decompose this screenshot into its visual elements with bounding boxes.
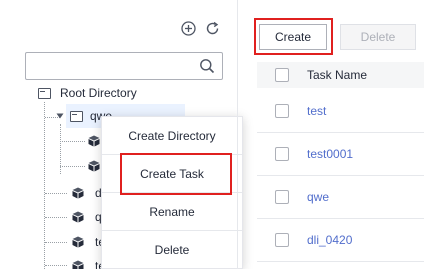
tree-guide-line bbox=[45, 193, 67, 194]
refresh-icon bbox=[206, 21, 218, 34]
folder-icon bbox=[70, 110, 83, 122]
tree-guide-line bbox=[45, 265, 67, 266]
select-all-checkbox[interactable] bbox=[275, 68, 289, 82]
tree-guide-line bbox=[45, 242, 67, 243]
menu-item-label: Rename bbox=[149, 204, 195, 219]
menu-item-label: Create Directory bbox=[128, 128, 216, 143]
task-cube-icon bbox=[72, 211, 84, 223]
row-divider bbox=[257, 132, 424, 133]
refresh-button[interactable] bbox=[204, 20, 220, 36]
row-divider bbox=[257, 175, 424, 176]
row-divider bbox=[257, 218, 424, 219]
add-directory-button[interactable] bbox=[180, 20, 196, 36]
row-divider bbox=[257, 261, 424, 262]
panel-divider bbox=[237, 0, 238, 269]
folder-icon bbox=[38, 87, 51, 99]
tree-item-task[interactable]: d bbox=[72, 183, 102, 203]
tree-guide-line bbox=[45, 217, 67, 218]
delete-button[interactable]: Delete bbox=[340, 24, 416, 50]
task-cube-icon bbox=[88, 135, 100, 147]
create-task-highlight bbox=[120, 153, 232, 195]
search-icon[interactable] bbox=[199, 58, 215, 74]
task-cube-icon bbox=[72, 236, 84, 248]
row-checkbox[interactable] bbox=[275, 190, 289, 204]
row-checkbox[interactable] bbox=[275, 147, 289, 161]
column-header-task-name: Task Name bbox=[307, 68, 368, 82]
menu-item-rename[interactable]: Rename bbox=[102, 193, 242, 231]
tree-root[interactable]: Root Directory bbox=[38, 83, 137, 103]
menu-item-label: Delete bbox=[154, 243, 190, 257]
caret-down-icon[interactable] bbox=[56, 112, 64, 120]
create-button-highlight bbox=[254, 18, 333, 55]
tree-item-task[interactable]: q bbox=[72, 207, 102, 227]
delete-button-label: Delete bbox=[360, 30, 396, 44]
task-link[interactable]: qwe bbox=[307, 190, 329, 204]
task-cube-icon bbox=[88, 160, 100, 172]
task-link[interactable]: dli_0420 bbox=[307, 233, 352, 247]
row-checkbox[interactable] bbox=[275, 233, 289, 247]
row-checkbox[interactable] bbox=[275, 104, 289, 118]
menu-item-create-directory[interactable]: Create Directory bbox=[102, 117, 242, 155]
tree-item-task[interactable] bbox=[88, 156, 100, 176]
tree-guide-line bbox=[60, 141, 85, 142]
tree-root-label: Root Directory bbox=[60, 86, 137, 100]
tree-guide-line bbox=[60, 166, 85, 167]
task-link[interactable]: test bbox=[307, 104, 326, 118]
tree-search-field[interactable] bbox=[25, 52, 223, 80]
task-link[interactable]: test0001 bbox=[307, 147, 353, 161]
tree-guide-line bbox=[44, 102, 45, 269]
menu-item-delete[interactable]: Delete bbox=[102, 231, 242, 269]
tree-item-task[interactable] bbox=[88, 131, 100, 151]
plus-circle-icon bbox=[180, 20, 196, 36]
tree-search-input[interactable] bbox=[26, 53, 186, 79]
task-cube-icon bbox=[72, 260, 84, 269]
task-cube-icon bbox=[72, 187, 84, 199]
